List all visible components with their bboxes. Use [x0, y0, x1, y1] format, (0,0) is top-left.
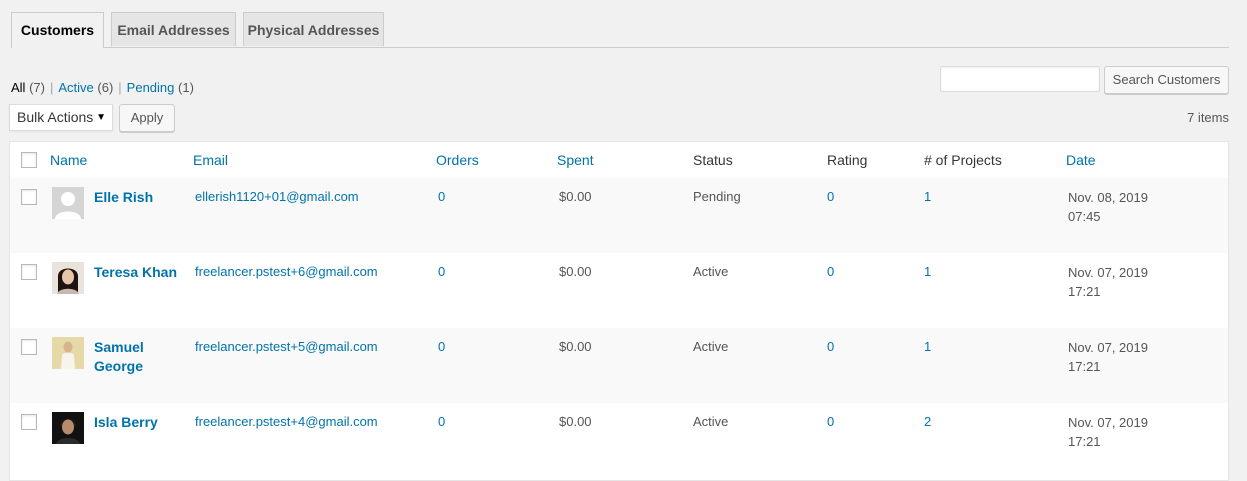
email-link[interactable]: freelancer.pstest+5@gmail.com [195, 339, 378, 354]
email-link[interactable]: freelancer.pstest+6@gmail.com [195, 264, 378, 279]
tab-bar: Customers Email Addresses Physical Addre… [11, 12, 1229, 48]
row-checkbox[interactable] [21, 264, 37, 280]
dropdown-arrow-icon: ▼ [96, 112, 106, 123]
time-text: 07:45 [1068, 209, 1101, 224]
filter-active[interactable]: Active [58, 80, 93, 95]
user-photo [52, 262, 84, 294]
table-header: Name Email Orders Spent Status Rating # … [10, 142, 1228, 179]
select-all-checkbox[interactable] [21, 152, 37, 168]
column-spent[interactable]: Spent [557, 152, 594, 168]
items-count: 7 items [1187, 110, 1229, 125]
column-orders[interactable]: Orders [436, 152, 479, 168]
date-value: Nov. 08, 2019 07:45 [1068, 188, 1148, 226]
email-link[interactable]: ellerish1120+01@gmail.com [195, 189, 359, 204]
rating-link[interactable]: 0 [827, 264, 834, 279]
rating-link[interactable]: 0 [827, 189, 834, 204]
user-photo [52, 337, 84, 369]
status-value: Active [693, 264, 729, 279]
rating-link[interactable]: 0 [827, 414, 834, 429]
projects-link[interactable]: 2 [924, 414, 931, 429]
tab-physical-addresses[interactable]: Physical Addresses [243, 12, 384, 46]
customer-name-link[interactable]: Teresa Khan [94, 263, 184, 282]
date-value: Nov. 07, 2019 17:21 [1068, 413, 1148, 451]
projects-link[interactable]: 1 [924, 339, 931, 354]
date-value: Nov. 07, 2019 17:21 [1068, 263, 1148, 301]
column-email[interactable]: Email [193, 152, 228, 168]
filter-pending[interactable]: Pending [127, 80, 175, 95]
time-text: 17:21 [1068, 284, 1101, 299]
default-avatar-icon [52, 187, 84, 219]
column-rating: Rating [827, 152, 868, 168]
column-projects: # of Projects [924, 152, 1002, 168]
rating-link[interactable]: 0 [827, 339, 834, 354]
apply-button[interactable]: Apply [119, 104, 175, 132]
column-name[interactable]: Name [50, 152, 87, 168]
status-value: Active [693, 414, 729, 429]
filter-all-count: (7) [29, 80, 45, 95]
customer-name-link[interactable]: Samuel George [94, 338, 184, 376]
date-text: Nov. 08, 2019 [1068, 190, 1148, 205]
filter-pending-count: (1) [178, 80, 194, 95]
filter-active-count: (6) [97, 80, 114, 95]
time-text: 17:21 [1068, 359, 1101, 374]
status-value: Pending [693, 189, 741, 204]
status-value: Active [693, 339, 729, 354]
customers-table: Name Email Orders Spent Status Rating # … [9, 141, 1229, 481]
filter-separator: | [49, 80, 54, 95]
tab-email-addresses[interactable]: Email Addresses [111, 12, 236, 46]
date-text: Nov. 07, 2019 [1068, 265, 1148, 280]
orders-link[interactable]: 0 [438, 189, 445, 204]
filter-all[interactable]: All [11, 80, 25, 95]
orders-link[interactable]: 0 [438, 414, 445, 429]
status-filter-links: All (7) | Active (6) | Pending (1) [11, 80, 194, 95]
time-text: 17:21 [1068, 434, 1101, 449]
customer-name-link[interactable]: Elle Rish [94, 188, 184, 207]
tab-customers[interactable]: Customers [11, 12, 104, 48]
projects-link[interactable]: 1 [924, 189, 931, 204]
spent-value: $0.00 [559, 264, 592, 279]
spent-value: $0.00 [559, 414, 592, 429]
spent-value: $0.00 [559, 339, 592, 354]
search-customers-button[interactable]: Search Customers [1104, 66, 1229, 94]
table-row: Teresa Khan freelancer.pstest+6@gmail.co… [10, 253, 1228, 328]
table-row: Samuel George freelancer.pstest+5@gmail.… [10, 328, 1228, 403]
search-input[interactable] [940, 66, 1100, 92]
table-row: Isla Berry freelancer.pstest+4@gmail.com… [10, 403, 1228, 478]
projects-link[interactable]: 1 [924, 264, 931, 279]
date-text: Nov. 07, 2019 [1068, 340, 1148, 355]
orders-link[interactable]: 0 [438, 339, 445, 354]
row-checkbox[interactable] [21, 189, 37, 205]
column-status: Status [693, 152, 733, 168]
date-value: Nov. 07, 2019 17:21 [1068, 338, 1148, 376]
date-text: Nov. 07, 2019 [1068, 415, 1148, 430]
row-checkbox[interactable] [21, 414, 37, 430]
email-link[interactable]: freelancer.pstest+4@gmail.com [195, 414, 378, 429]
filter-separator: | [118, 80, 122, 95]
bulk-actions-select[interactable]: Bulk Actions ▼ [9, 104, 113, 131]
spent-value: $0.00 [559, 189, 592, 204]
user-photo [52, 412, 84, 444]
table-row: Elle Rish ellerish1120+01@gmail.com 0 $0… [10, 178, 1228, 253]
column-date[interactable]: Date [1066, 152, 1096, 168]
bulk-actions-value: Bulk Actions [17, 109, 94, 125]
orders-link[interactable]: 0 [438, 264, 445, 279]
row-checkbox[interactable] [21, 339, 37, 355]
customer-name-link[interactable]: Isla Berry [94, 413, 184, 432]
